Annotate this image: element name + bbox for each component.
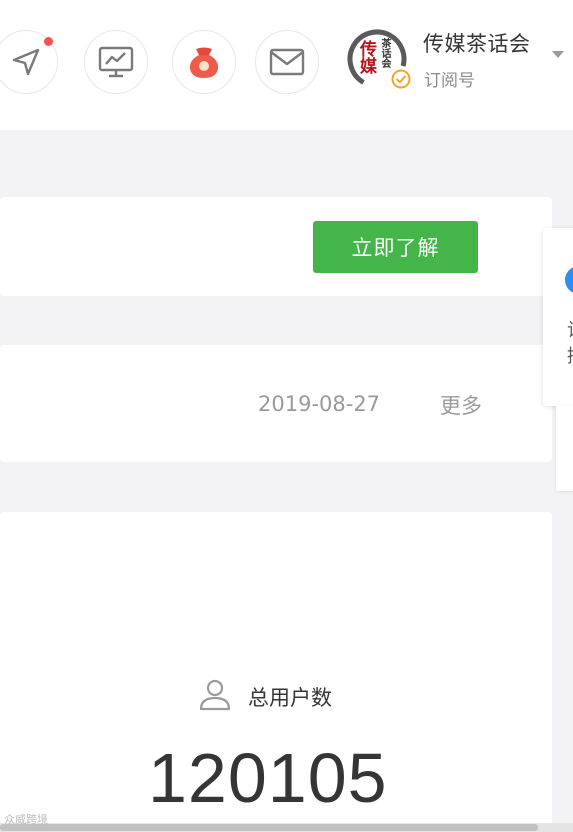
scrollbar-thumb[interactable] <box>0 824 538 831</box>
analytics-icon <box>97 44 135 80</box>
notice-date: 2019-08-27 <box>258 392 381 416</box>
red-envelope-button[interactable] <box>172 30 236 94</box>
account-type: 订阅号 <box>424 71 475 91</box>
red-envelope-icon <box>184 42 224 82</box>
info-icon <box>565 266 573 294</box>
horizontal-scrollbar[interactable] <box>0 823 573 832</box>
notice-card: 2019-08-27 更多 <box>0 345 552 462</box>
total-users-value: 120105 <box>148 739 388 817</box>
chevron-down-icon[interactable] <box>552 51 564 58</box>
watermark: 众威跨境 <box>4 813 48 826</box>
side-popup-text: 让接 <box>567 318 573 370</box>
page-root: 传媒 茶话会 传媒茶话会 订阅号 立即了解 2019-08-27 更多 总用户数… <box>0 0 573 832</box>
learn-more-button[interactable]: 立即了解 <box>313 221 478 273</box>
notification-dot <box>44 37 53 46</box>
send-icon <box>9 45 43 79</box>
top-header: 传媒 茶话会 传媒茶话会 订阅号 <box>0 0 573 130</box>
avatar-logo-main: 传媒 <box>356 40 376 74</box>
total-users-label: 总用户数 <box>248 686 332 710</box>
mail-button[interactable] <box>255 30 319 94</box>
side-tab[interactable] <box>556 406 573 491</box>
verified-check-icon <box>391 69 411 93</box>
user-icon <box>198 677 232 715</box>
banner-card: 立即了解 <box>0 197 552 296</box>
side-popup[interactable]: 让接 <box>543 228 573 406</box>
account-name[interactable]: 传媒茶话会 <box>423 28 531 58</box>
send-button[interactable] <box>0 30 58 94</box>
analytics-button[interactable] <box>84 30 148 94</box>
stats-card: 总用户数 120105 <box>0 512 552 832</box>
mail-icon <box>268 47 306 77</box>
more-link[interactable]: 更多 <box>440 390 482 420</box>
avatar-logo-sub: 茶话会 <box>379 38 390 68</box>
verified-badge <box>390 69 412 93</box>
